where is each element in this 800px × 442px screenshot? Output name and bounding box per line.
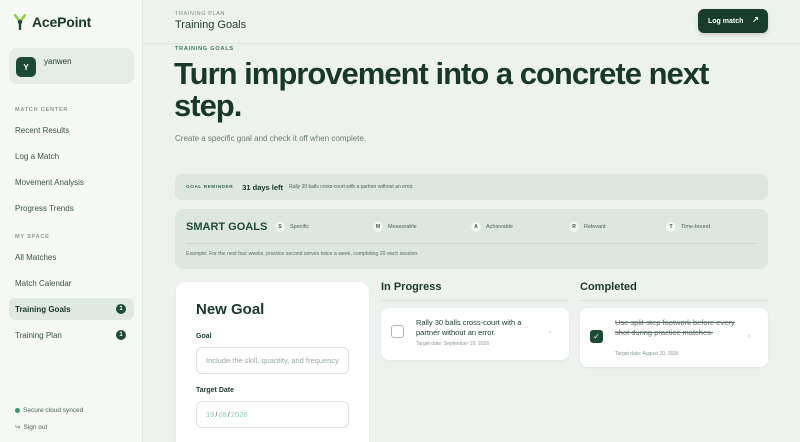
sidebar-item-training-goals[interactable]: Training Goals 1 [9,298,134,320]
log-match-button[interactable]: Log match ↗ [698,9,768,33]
new-goal-title: New Goal [196,301,265,318]
user-name: yanwen [44,57,72,66]
smart-letter: R [569,222,579,232]
sidebar-item-movement-analysis[interactable]: Movement Analysis [9,171,134,193]
log-match-label: Log match [708,17,744,25]
sidebar-item-match-calendar[interactable]: Match Calendar [9,272,134,294]
smart-label: Time-bound [681,224,711,230]
status-dot-icon [15,408,20,413]
close-icon[interactable]: × [548,330,552,336]
sync-status: Secure cloud synced [15,407,83,414]
task-card[interactable]: Rally 30 balls cross-court with a partne… [381,308,569,360]
smart-label: Relevant [584,224,606,230]
sync-status-text: Secure cloud synced [23,407,84,414]
checkmark-icon[interactable]: ✓ [590,330,603,343]
close-icon[interactable]: × [747,334,751,340]
divider [381,300,569,301]
date-day: 19 [206,410,215,419]
sidebar-item-log-a-match[interactable]: Log a Match [9,145,134,167]
avatar: Y [16,57,36,77]
reminder-days-left: 31 days left [242,182,284,192]
in-progress-title: In Progress [381,281,442,293]
sidebar-item-progress-trends[interactable]: Progress Trends [9,197,134,219]
target-date-label: Target Date [196,387,234,394]
hero-title: Turn improvement into a concrete next st… [174,56,709,123]
date-month: 08 [218,410,227,419]
goal-field-label: Goal [196,333,212,340]
smart-letter: S [275,222,285,232]
task-text: Rally 30 balls cross-court with a partne… [416,318,522,337]
task-date: Target date: August 20, 2026 [615,351,679,357]
user-card[interactable]: Y yanwen [9,48,134,84]
smart-letter: A [471,222,481,232]
smart-item-measurable: M Measurable [373,222,417,232]
goal-input[interactable]: Include the skill, quantity, and frequen… [196,347,349,374]
target-date-input[interactable]: 19 / 08 / 2026 [196,401,349,428]
arrow-up-right-icon: ↗ [752,15,759,24]
new-goal-card: New Goal Goal Include the skill, quantit… [176,282,369,442]
section-label-my-space: MY SPACE [15,234,50,240]
sign-out-icon: ↪ [15,424,21,431]
count-badge: 1 [116,304,126,314]
date-year: 2026 [230,410,248,419]
smart-label: Specific [290,224,310,230]
sign-out-label: Sign out [23,423,48,431]
smart-goals-panel: SMART GOALS S Specific M Measurable A Ac… [175,209,768,269]
divider [580,300,768,301]
task-text: Use split-step footwork before every sho… [615,318,735,337]
sidebar-item-recent-results[interactable]: Recent Results [9,119,134,141]
reminder-text: Rally 30 balls cross-court with a partne… [289,184,414,190]
smart-item-specific: S Specific [275,222,309,232]
count-badge: 1 [116,330,126,340]
divider [186,243,757,244]
sidebar-item-training-plan[interactable]: Training Plan 1 [9,324,134,346]
smart-item-achievable: A Achievable [471,222,513,232]
date-separator: / [227,410,230,419]
completed-title: Completed [580,281,637,293]
hero-subtitle: Create a specific goal and check it off … [175,134,367,143]
reminder-label: GOAL REMINDER [186,184,234,190]
hero-eyebrow: TRAINING GOALS [175,46,234,52]
smart-example: Example: For the next four weeks, practi… [186,251,419,257]
breadcrumb[interactable]: TRAINING PLAN [175,11,225,17]
date-separator: / [215,410,218,419]
smart-label: Achievable [486,224,513,230]
smart-item-time-bound: T Time-bound [666,222,710,232]
smart-goals-title: SMART GOALS [186,221,268,233]
goal-reminder-banner: GOAL REMINDER 31 days left Rally 30 ball… [175,174,768,200]
smart-letter: M [373,222,383,232]
task-card[interactable]: ✓ Use split-step footwork before every s… [580,308,768,367]
sidebar-item-label: Training Goals [15,304,71,314]
top-header: TRAINING PLAN Training Goals Log match ↗ [143,0,800,44]
smart-label: Measurable [388,224,417,230]
smart-letter: T [666,222,676,232]
sidebar-item-all-matches[interactable]: All Matches [9,246,134,268]
smart-item-relevant: R Relevant [569,222,606,232]
sign-out-link[interactable]: ↪ Sign out [15,423,48,432]
section-label-match-center: MATCH CENTER [15,107,69,113]
sidebar-item-label: Training Plan [15,330,62,340]
tennis-logo-icon [13,14,27,30]
brand-name: AcePoint [32,14,92,30]
brand[interactable]: AcePoint [13,14,91,30]
page-title: Training Goals [175,19,247,31]
goal-input-placeholder: Include the skill, quantity, and frequen… [206,356,339,365]
task-checkbox[interactable] [391,325,404,338]
task-date: Target date: September 19, 2026 [416,341,490,347]
sidebar: AcePoint Y yanwen MATCH CENTER Recent Re… [0,0,143,442]
